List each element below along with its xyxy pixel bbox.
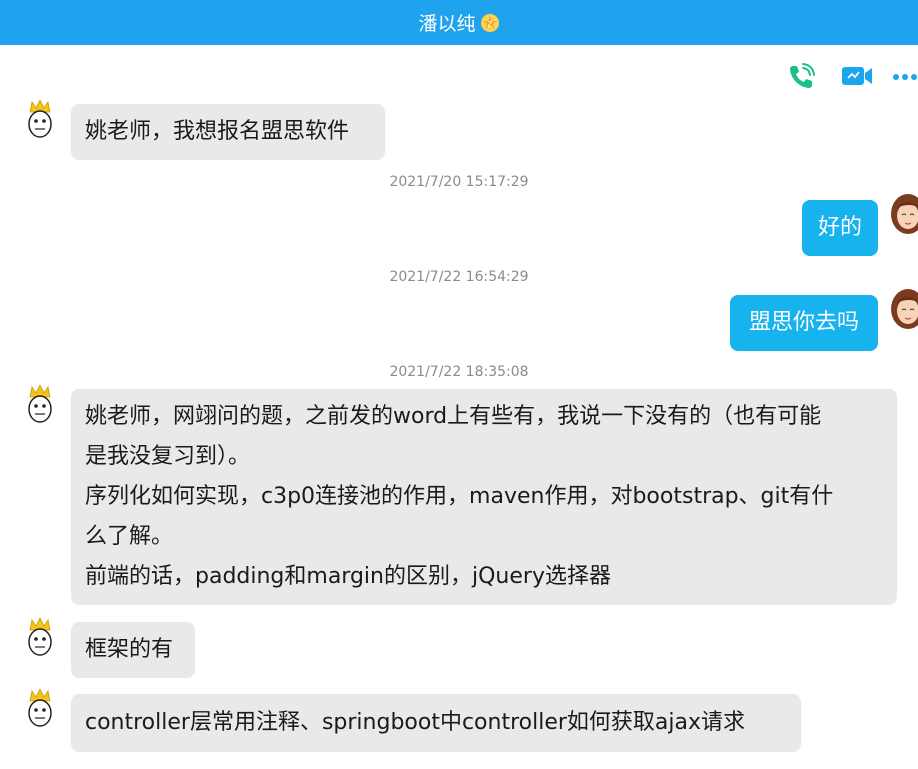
message-bubble[interactable]: 姚老师，网翊问的题，之前发的word上有些有，我说一下没有的（也有可能 是我没复… [71,389,897,605]
message-bubble[interactable]: 姚老师，我想报名盟思软件 [71,104,385,160]
self-avatar[interactable] [890,192,918,236]
message-line: 前端的话，padding和margin的区别，jQuery选择器 [85,564,611,589]
message-timestamp: 2021/7/22 16:54:29 [389,269,529,285]
chat-titlebar: 潘以纯 Z [0,0,918,45]
contact-avatar[interactable] [24,688,56,729]
message-text: controller层常用注释、springboot中controller如何获… [85,710,746,735]
message-bubble-self[interactable]: 好的 [802,200,878,256]
video-call-icon[interactable] [840,62,874,90]
star-icon: Z [480,13,500,33]
phone-icon[interactable] [786,62,816,92]
message-bubble[interactable]: 框架的有 [71,622,195,678]
message-text: 框架的有 [85,637,174,662]
contact-avatar[interactable] [24,617,56,658]
message-line: 么了解。 [85,524,174,549]
message-line: 是我没复习到）。 [85,444,251,469]
message-text: 盟思你去吗 [748,310,859,335]
message-bubble[interactable]: controller层常用注释、springboot中controller如何获… [71,694,801,752]
message-text: 好的 [817,215,862,240]
self-avatar[interactable] [890,287,918,331]
contact-avatar[interactable] [24,99,56,140]
message-timestamp: 2021/7/20 15:17:29 [389,174,529,190]
message-line: 姚老师，网翊问的题，之前发的word上有些有，我说一下没有的（也有可能 [85,404,822,429]
message-line: 序列化如何实现，c3p0连接池的作用，maven作用，对bootstrap、gi… [85,484,834,509]
svg-text:Z: Z [487,20,493,29]
message-text: 姚老师，我想报名盟思软件 [85,119,350,144]
message-bubble-self[interactable]: 盟思你去吗 [730,295,878,351]
contact-name: 潘以纯 [418,13,476,35]
more-icon[interactable] [892,64,918,90]
message-timestamp: 2021/7/22 18:35:08 [389,364,529,380]
contact-avatar[interactable] [24,384,56,425]
